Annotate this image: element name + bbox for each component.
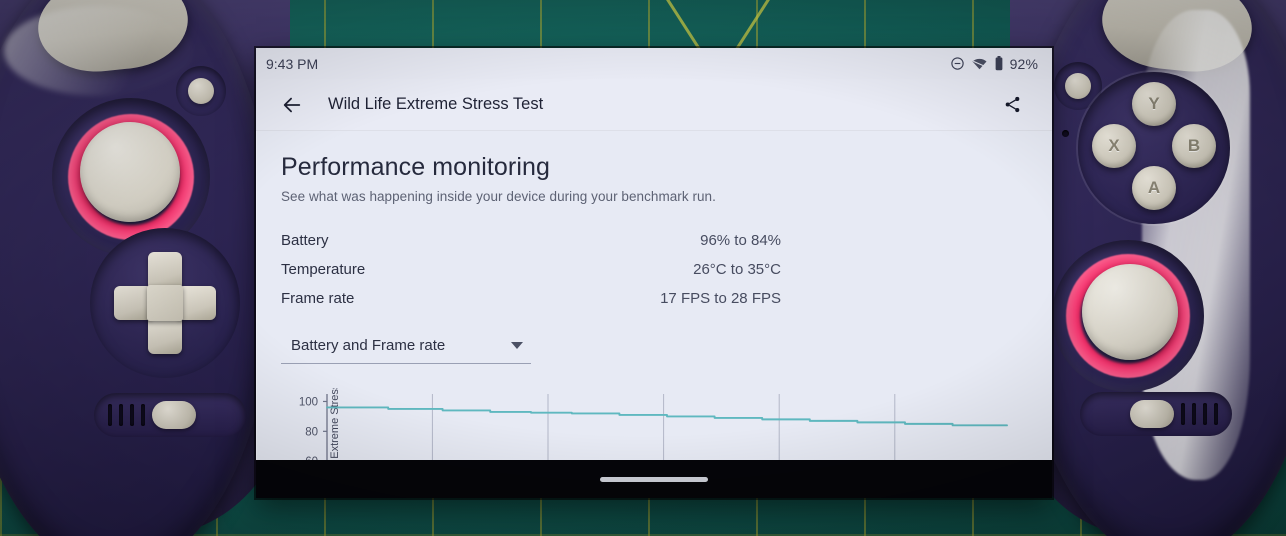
app-bar: Wild Life Extreme Stress Test xyxy=(256,79,1052,131)
stat-row-temperature: Temperature 26°C to 35°C xyxy=(281,255,781,284)
button-y[interactable]: Y xyxy=(1132,82,1176,126)
dpad-center xyxy=(147,285,183,321)
page-subtitle: See what was happening inside your devic… xyxy=(281,189,716,204)
stat-row-battery: Battery 96% to 84% xyxy=(281,226,781,255)
button-x[interactable]: X xyxy=(1092,124,1136,168)
left-grip-highlight xyxy=(4,6,194,96)
back-arrow-icon[interactable] xyxy=(272,85,312,125)
battery-icon xyxy=(995,56,1003,71)
left-speaker-grille xyxy=(94,393,246,437)
button-a[interactable]: A xyxy=(1132,166,1176,210)
status-bar: 9:43 PM 92% xyxy=(256,48,1052,79)
stat-label: Frame rate xyxy=(281,290,355,307)
dpad-down[interactable] xyxy=(148,316,182,354)
left-mini-button[interactable] xyxy=(176,66,226,116)
left-analog-stick[interactable] xyxy=(80,122,180,222)
device-left-grip xyxy=(0,0,290,536)
stat-label: Battery xyxy=(281,232,329,249)
svg-text:80: 80 xyxy=(305,426,318,438)
gesture-nav-bar xyxy=(256,460,1052,498)
gesture-nav-pill[interactable] xyxy=(600,476,708,482)
status-icons: 92% xyxy=(950,56,1038,72)
performance-chart[interactable]: 100806040Wild Life Extreme Stress Test xyxy=(281,388,1026,460)
stat-label: Temperature xyxy=(281,261,366,278)
stat-value: 26°C to 35°C xyxy=(693,261,781,278)
wifi-icon xyxy=(972,58,987,69)
dpad-right[interactable] xyxy=(178,286,216,320)
stat-row-frame-rate: Frame rate 17 FPS to 28 FPS xyxy=(281,284,781,313)
chart-select-wrapper: Battery and Frame rate xyxy=(281,331,531,364)
app-ui: 9:43 PM 92% Wild Life Extreme Stress Tes… xyxy=(256,48,1052,460)
stats-list: Battery 96% to 84% Temperature 26°C to 3… xyxy=(281,226,1026,313)
chart-canvas: 100806040Wild Life Extreme Stress Test xyxy=(299,388,1008,460)
svg-text:100: 100 xyxy=(299,396,318,408)
stat-value: 96% to 84% xyxy=(700,232,781,249)
dpad[interactable] xyxy=(114,252,216,354)
page-title: Performance monitoring xyxy=(281,153,550,181)
svg-text:Wild Life Extreme Stress Test: Wild Life Extreme Stress Test xyxy=(329,388,341,460)
button-b[interactable]: B xyxy=(1172,124,1216,168)
share-icon[interactable] xyxy=(994,87,1030,123)
status-time: 9:43 PM xyxy=(266,55,319,72)
stat-value: 17 FPS to 28 FPS xyxy=(660,290,781,307)
device-screen: 9:43 PM 92% Wild Life Extreme Stress Tes… xyxy=(256,48,1052,498)
do-not-disturb-icon xyxy=(950,57,964,70)
chart-select-value: Battery and Frame rate xyxy=(291,337,446,354)
chart-metric-select[interactable]: Battery and Frame rate xyxy=(281,331,531,364)
svg-text:60: 60 xyxy=(305,456,318,460)
start-button[interactable] xyxy=(1130,400,1174,428)
app-bar-title: Wild Life Extreme Stress Test xyxy=(328,95,544,113)
chevron-down-icon[interactable] xyxy=(511,342,523,349)
right-speaker-grille xyxy=(1080,392,1232,436)
content-card: Performance monitoring See what was happ… xyxy=(256,131,1052,460)
left-select-button[interactable] xyxy=(152,401,196,429)
microphone-pinhole xyxy=(1062,130,1069,137)
right-analog-stick[interactable] xyxy=(1082,264,1178,360)
battery-percent: 92% xyxy=(1009,55,1038,72)
